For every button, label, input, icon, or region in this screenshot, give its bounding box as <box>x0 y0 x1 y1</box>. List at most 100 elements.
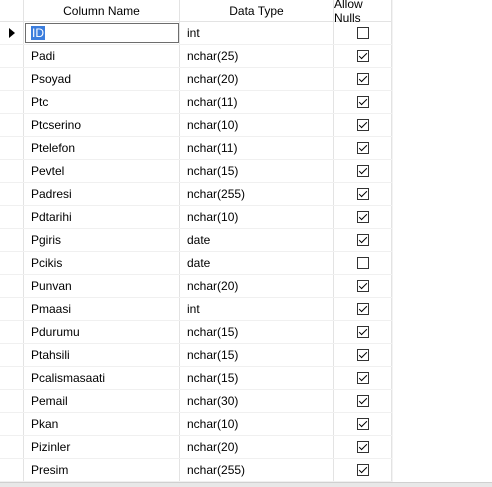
row-selector[interactable] <box>0 45 24 67</box>
row-selector[interactable] <box>0 436 24 458</box>
data-type-cell[interactable]: nchar(15) <box>180 367 334 389</box>
table-row[interactable]: Pemail nchar(30) <box>0 390 392 413</box>
data-type-cell[interactable]: nchar(10) <box>180 114 334 136</box>
row-selector[interactable] <box>0 206 24 228</box>
table-row[interactable]: Pcalismasaati nchar(15) <box>0 367 392 390</box>
allow-nulls-checkbox[interactable] <box>356 50 369 62</box>
row-selector[interactable] <box>0 367 24 389</box>
table-row[interactable]: Pdurumu nchar(15) <box>0 321 392 344</box>
table-row[interactable]: Pevtel nchar(15) <box>0 160 392 183</box>
allow-nulls-checkbox[interactable] <box>356 165 369 177</box>
allow-nulls-checkbox[interactable] <box>356 27 369 39</box>
data-type-cell[interactable]: date <box>180 229 334 251</box>
allow-nulls-checkbox[interactable] <box>356 372 369 384</box>
column-name-cell[interactable]: Presim <box>24 459 180 481</box>
table-row[interactable]: Presim nchar(255) <box>0 459 392 482</box>
row-selector[interactable] <box>0 91 24 113</box>
column-name-cell[interactable]: Ptelefon <box>24 137 180 159</box>
table-row[interactable]: Pcikis date <box>0 252 392 275</box>
row-selector[interactable] <box>0 68 24 90</box>
allow-nulls-checkbox[interactable] <box>356 73 369 85</box>
allow-nulls-checkbox[interactable] <box>356 303 369 315</box>
data-type-cell[interactable]: nchar(15) <box>180 344 334 366</box>
row-selector[interactable] <box>0 344 24 366</box>
column-name-cell[interactable]: Pmaasi <box>24 298 180 320</box>
data-type-cell[interactable]: nchar(255) <box>180 459 334 481</box>
allow-nulls-checkbox[interactable] <box>356 96 369 108</box>
allow-nulls-checkbox[interactable] <box>356 142 369 154</box>
column-name-cell[interactable]: Ptahsili <box>24 344 180 366</box>
table-row[interactable]: Ptelefon nchar(11) <box>0 137 392 160</box>
data-type-header[interactable]: Data Type <box>180 0 334 21</box>
column-name-cell[interactable]: ID <box>24 22 180 44</box>
data-type-cell[interactable]: nchar(15) <box>180 321 334 343</box>
data-type-cell[interactable]: nchar(255) <box>180 183 334 205</box>
row-selector[interactable] <box>0 252 24 274</box>
row-selector[interactable] <box>0 390 24 412</box>
table-row[interactable]: Pkan nchar(10) <box>0 413 392 436</box>
table-row[interactable]: Pmaasi int <box>0 298 392 321</box>
row-selector[interactable] <box>0 22 24 44</box>
column-name-cell[interactable]: Psoyad <box>24 68 180 90</box>
table-row[interactable]: Pizinler nchar(20) <box>0 436 392 459</box>
data-type-cell[interactable]: nchar(20) <box>180 68 334 90</box>
column-name-cell[interactable]: Ptc <box>24 91 180 113</box>
table-row[interactable]: Ptc nchar(11) <box>0 91 392 114</box>
row-selector[interactable] <box>0 137 24 159</box>
row-selector[interactable] <box>0 275 24 297</box>
data-type-cell[interactable]: nchar(20) <box>180 436 334 458</box>
table-row[interactable]: Ptahsili nchar(15) <box>0 344 392 367</box>
data-type-cell[interactable]: date <box>180 252 334 274</box>
column-name-cell[interactable]: Ptcserino <box>24 114 180 136</box>
allow-nulls-header[interactable]: Allow Nulls <box>334 0 392 25</box>
allow-nulls-checkbox[interactable] <box>356 257 369 269</box>
allow-nulls-checkbox[interactable] <box>356 349 369 361</box>
row-selector[interactable] <box>0 229 24 251</box>
table-row[interactable]: Pgiris date <box>0 229 392 252</box>
column-name-cell[interactable]: Pcalismasaati <box>24 367 180 389</box>
data-type-cell[interactable]: nchar(30) <box>180 390 334 412</box>
data-type-cell[interactable]: nchar(15) <box>180 160 334 182</box>
row-selector[interactable] <box>0 298 24 320</box>
column-name-cell[interactable]: Pdurumu <box>24 321 180 343</box>
column-name-cell[interactable]: Padi <box>24 45 180 67</box>
table-row[interactable]: Punvan nchar(20) <box>0 275 392 298</box>
allow-nulls-checkbox[interactable] <box>356 211 369 223</box>
data-type-cell[interactable]: nchar(25) <box>180 45 334 67</box>
table-row[interactable]: Pdtarihi nchar(10) <box>0 206 392 229</box>
row-selector[interactable] <box>0 459 24 481</box>
data-type-cell[interactable]: nchar(10) <box>180 206 334 228</box>
column-name-cell[interactable]: Pdtarihi <box>24 206 180 228</box>
allow-nulls-checkbox[interactable] <box>356 119 369 131</box>
row-selector[interactable] <box>0 321 24 343</box>
column-name-cell[interactable]: Pcikis <box>24 252 180 274</box>
allow-nulls-checkbox[interactable] <box>356 326 369 338</box>
row-selector[interactable] <box>0 183 24 205</box>
row-selector[interactable] <box>0 160 24 182</box>
table-row[interactable]: Ptcserino nchar(10) <box>0 114 392 137</box>
data-type-cell[interactable]: int <box>180 298 334 320</box>
allow-nulls-checkbox[interactable] <box>356 395 369 407</box>
column-name-cell[interactable]: Pemail <box>24 390 180 412</box>
data-type-cell[interactable]: nchar(11) <box>180 91 334 113</box>
allow-nulls-checkbox[interactable] <box>356 441 369 453</box>
data-type-cell[interactable]: nchar(11) <box>180 137 334 159</box>
column-name-cell[interactable]: Pevtel <box>24 160 180 182</box>
allow-nulls-checkbox[interactable] <box>356 418 369 430</box>
data-type-cell[interactable]: nchar(10) <box>180 413 334 435</box>
row-selector[interactable] <box>0 114 24 136</box>
column-name-cell[interactable]: Padresi <box>24 183 180 205</box>
table-row[interactable]: Psoyad nchar(20) <box>0 68 392 91</box>
column-name-cell[interactable]: Pkan <box>24 413 180 435</box>
row-selector[interactable] <box>0 413 24 435</box>
column-name-cell[interactable]: Punvan <box>24 275 180 297</box>
table-row[interactable]: ID int <box>0 22 392 45</box>
allow-nulls-checkbox[interactable] <box>356 280 369 292</box>
allow-nulls-checkbox[interactable] <box>356 188 369 200</box>
column-name-header[interactable]: Column Name <box>24 0 180 21</box>
column-name-cell[interactable]: Pizinler <box>24 436 180 458</box>
column-name-cell[interactable]: Pgiris <box>24 229 180 251</box>
table-row[interactable]: Padi nchar(25) <box>0 45 392 68</box>
table-row[interactable]: Padresi nchar(255) <box>0 183 392 206</box>
data-type-cell[interactable]: int <box>180 22 334 44</box>
